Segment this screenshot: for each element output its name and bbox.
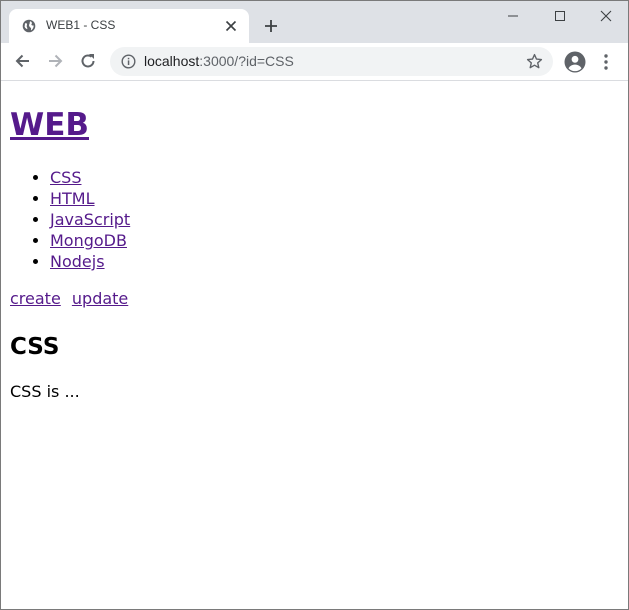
control-links: create update bbox=[10, 288, 134, 310]
kebab-menu-icon[interactable] bbox=[599, 53, 613, 71]
account-circle-icon[interactable] bbox=[564, 51, 586, 73]
topic-link-html[interactable]: HTML bbox=[50, 189, 95, 208]
browser-window: WEB1 - CSS localhost:3000/?id=CSS WEB • … bbox=[0, 0, 629, 610]
document-description: CSS is ... bbox=[10, 382, 80, 401]
address-bar[interactable]: localhost:3000/?id=CSS bbox=[110, 47, 553, 76]
list-item: JavaScript bbox=[50, 209, 130, 230]
maximize-icon[interactable] bbox=[550, 7, 570, 25]
close-window-icon[interactable] bbox=[596, 7, 616, 25]
list-item: MongoDB bbox=[50, 230, 130, 251]
globe-icon bbox=[22, 19, 36, 33]
info-icon[interactable] bbox=[121, 54, 136, 69]
tab-title: WEB1 - CSS bbox=[46, 18, 116, 32]
document-title: CSS bbox=[10, 334, 60, 360]
url-path: :3000/?id=CSS bbox=[199, 53, 294, 69]
close-icon[interactable] bbox=[224, 19, 238, 33]
update-link[interactable]: update bbox=[72, 289, 128, 308]
list-item: Nodejs bbox=[50, 251, 130, 272]
url-host: localhost bbox=[144, 53, 200, 69]
browser-toolbar: localhost:3000/?id=CSS bbox=[1, 43, 628, 81]
plus-icon[interactable] bbox=[262, 17, 280, 35]
arrow-right-icon[interactable] bbox=[45, 51, 65, 71]
url-text[interactable]: localhost:3000/?id=CSS bbox=[144, 53, 294, 69]
topic-link-mongodb[interactable]: MongoDB bbox=[50, 231, 127, 250]
reload-icon[interactable] bbox=[78, 51, 98, 71]
topic-link-nodejs[interactable]: Nodejs bbox=[50, 252, 105, 271]
site-title: WEB bbox=[10, 103, 89, 147]
topic-list: CSS HTML JavaScript MongoDB Nodejs bbox=[10, 167, 130, 272]
arrow-left-icon[interactable] bbox=[13, 51, 33, 71]
topic-link-javascript[interactable]: JavaScript bbox=[50, 210, 130, 229]
minimize-icon[interactable] bbox=[503, 7, 523, 25]
create-link[interactable]: create bbox=[10, 289, 61, 308]
site-title-link[interactable]: WEB bbox=[10, 107, 89, 143]
star-icon[interactable] bbox=[526, 53, 543, 70]
topic-link-css[interactable]: CSS bbox=[50, 168, 81, 187]
page-content: WEB CSS HTML JavaScript MongoDB Nodejs c… bbox=[1, 81, 628, 609]
list-item: HTML bbox=[50, 188, 130, 209]
list-item: CSS bbox=[50, 167, 130, 188]
tab-strip: WEB1 - CSS bbox=[1, 1, 628, 43]
tab-active[interactable]: WEB1 - CSS bbox=[9, 9, 249, 43]
